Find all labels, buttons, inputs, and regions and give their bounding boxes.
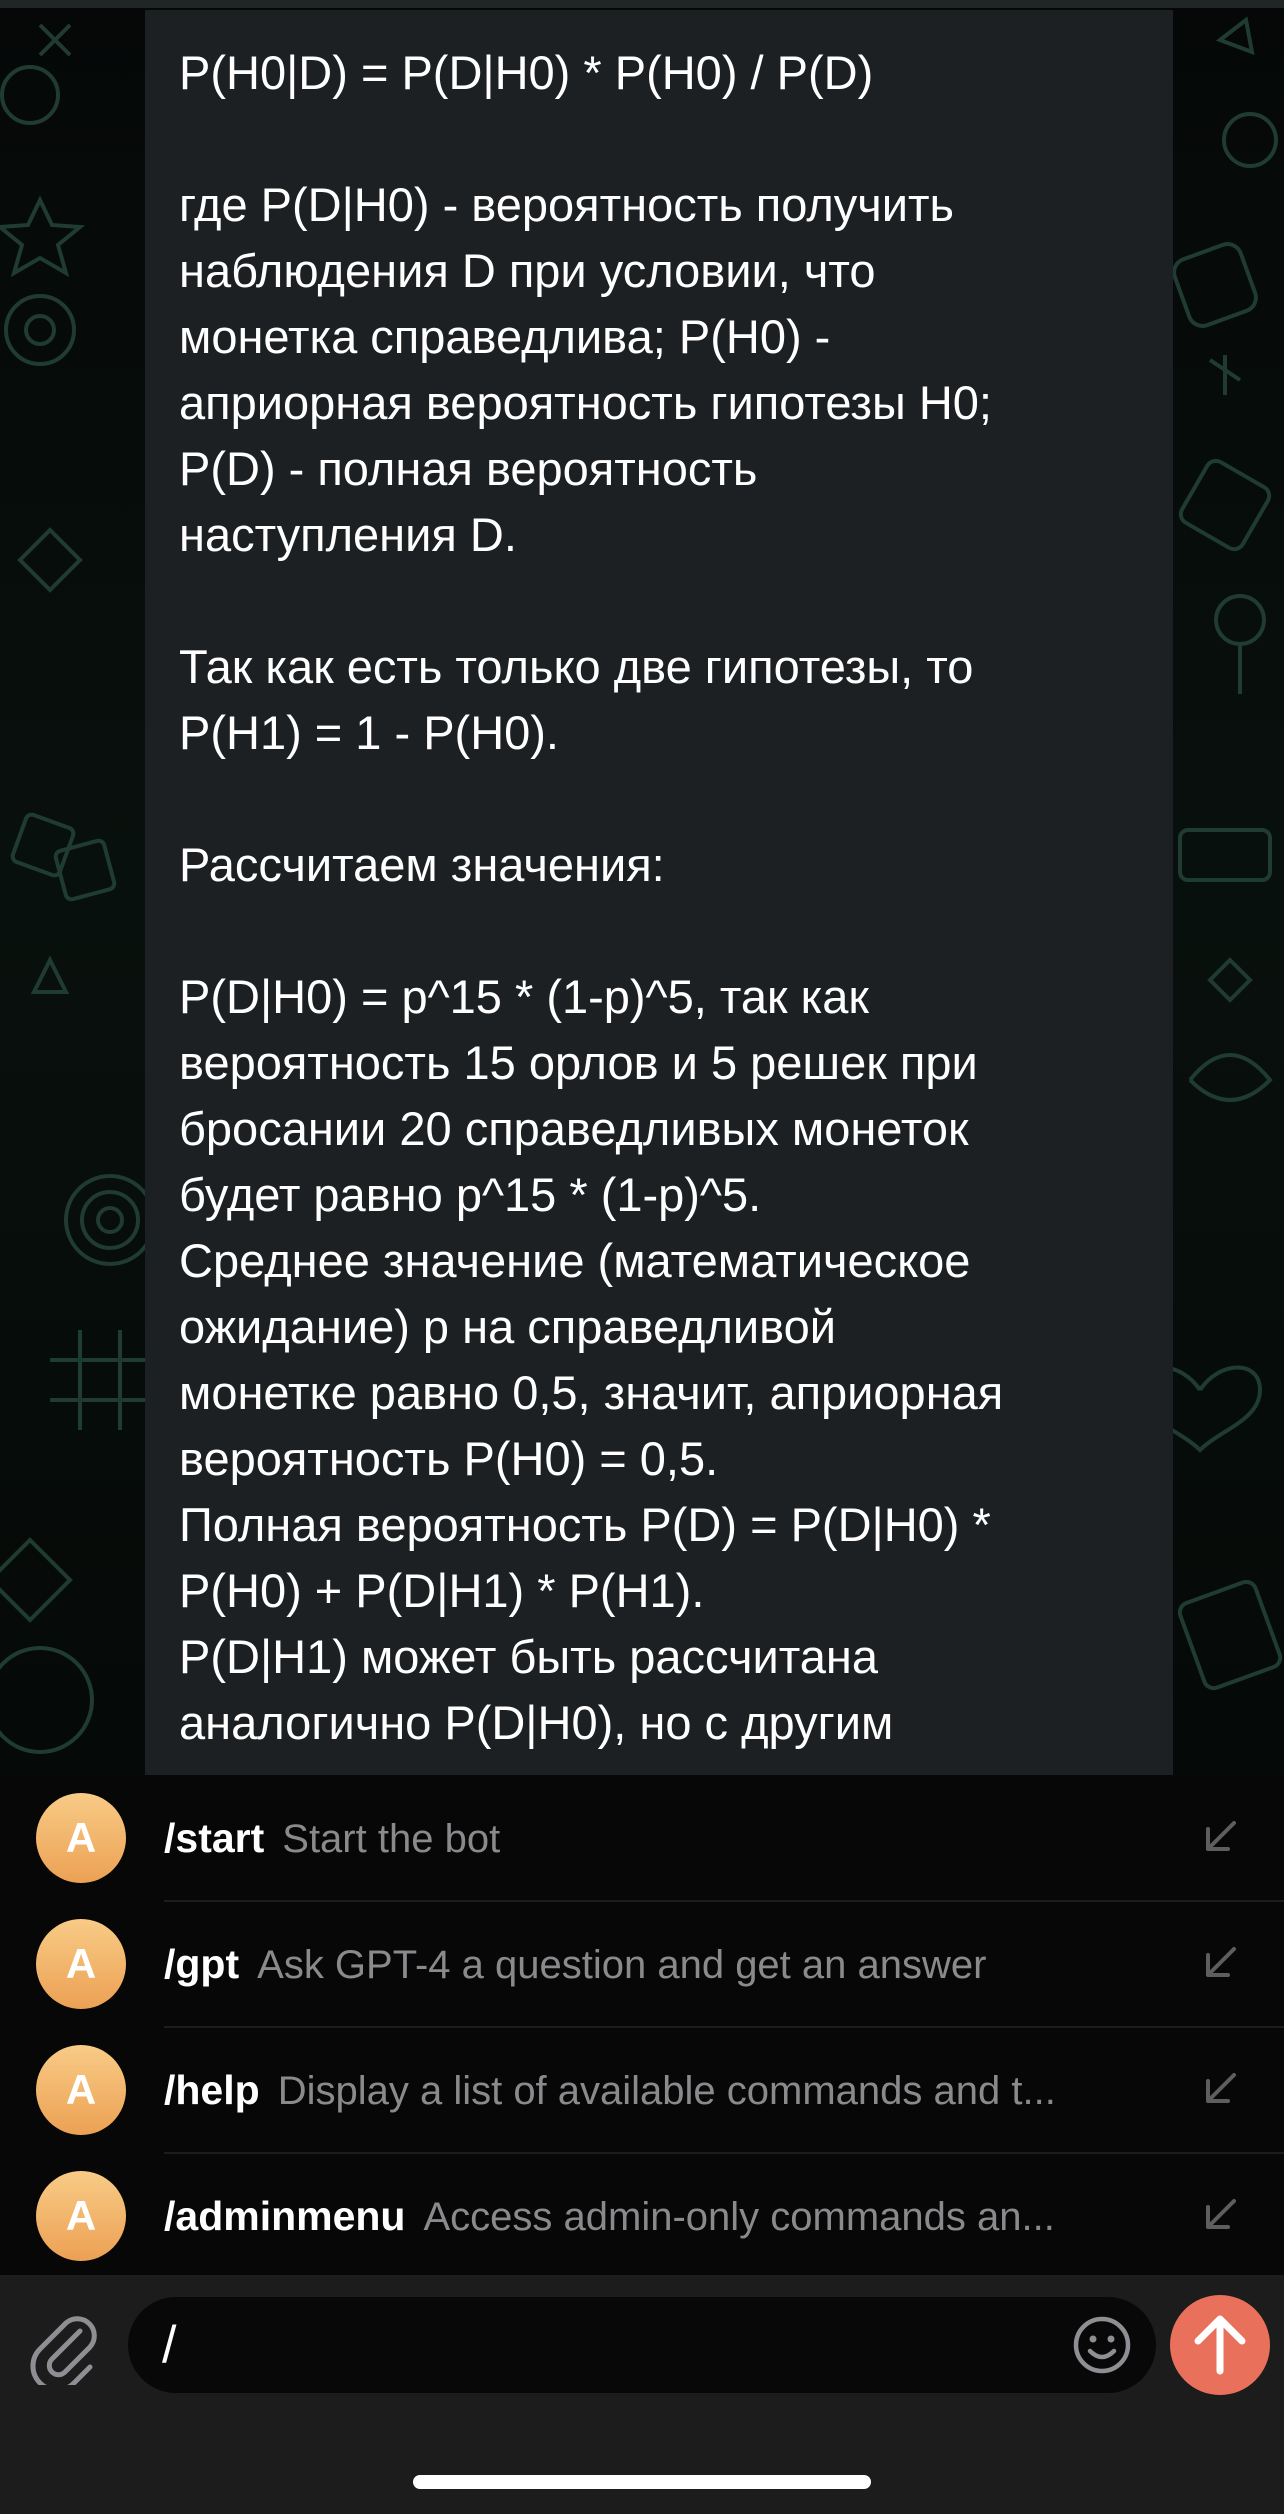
arrow-down-left-icon[interactable] — [1198, 1941, 1242, 1985]
message-line: вероятность P(H0) = 0,5. — [179, 1432, 719, 1485]
command-text: /start Start the bot — [164, 1775, 1144, 1901]
command-name: /start — [164, 1815, 265, 1861]
message-line: Рассчитаем значения: — [179, 838, 665, 891]
bot-avatar: A — [36, 1793, 126, 1883]
home-indicator — [413, 2475, 871, 2489]
command-description: Ask GPT-4 a question and get an answer — [257, 1943, 987, 1987]
message-line: значением p. — [179, 1756, 465, 1775]
message-composer: / — [0, 2275, 1284, 2514]
status-strip — [0, 0, 1284, 8]
command-item-adminmenu[interactable]: A /adminmenu Access admin-only commands a… — [0, 2153, 1284, 2279]
arrow-down-left-icon[interactable] — [1198, 2067, 1242, 2111]
message-line: Так как есть только две гипотезы, то — [179, 640, 974, 693]
command-description: Access admin-only commands an... — [423, 2195, 1055, 2239]
message-line: где P(D|H0) - вероятность получить — [179, 178, 955, 231]
command-text: /adminmenu Access admin-only commands an.… — [164, 2153, 1144, 2279]
bot-avatar: A — [36, 1919, 126, 2009]
send-button[interactable] — [1170, 2295, 1270, 2395]
command-item-start[interactable]: A /start Start the bot — [0, 1775, 1284, 1902]
emoji-icon[interactable] — [1072, 2315, 1132, 2375]
message-line: вероятность 15 орлов и 5 решек при — [179, 1036, 978, 1089]
paperclip-icon[interactable] — [28, 2305, 100, 2385]
message-line: монетке равно 0,5, значит, априорная — [179, 1366, 1004, 1419]
command-name: /adminmenu — [164, 2193, 406, 2239]
message-line: ожидание) p на справедливой — [179, 1300, 836, 1353]
bot-avatar: A — [36, 2045, 126, 2135]
arrow-down-left-icon[interactable] — [1198, 1815, 1242, 1859]
command-name: /gpt — [164, 1941, 240, 1987]
message-line: наступления D. — [179, 508, 517, 561]
message-line: P(H0|D) = P(D|H0) * P(H0) / P(D) — [179, 46, 874, 99]
arrow-down-left-icon[interactable] — [1198, 2193, 1242, 2237]
message-line: априорная вероятность гипотезы H0; — [179, 376, 992, 429]
message-line: будет равно p^15 * (1-p)^5. — [179, 1168, 762, 1221]
arrow-up-icon — [1194, 2315, 1246, 2375]
command-item-gpt[interactable]: A /gpt Ask GPT-4 a question and get an an… — [0, 1901, 1284, 2028]
message-line: аналогично P(D|H0), но с другим — [179, 1696, 894, 1749]
chat-wallpaper: P(H0|D) = P(D|H0) * P(H0) / P(D) где P(D… — [0, 0, 1284, 1775]
command-text: /gpt Ask GPT-4 a question and get an answ… — [164, 1901, 1144, 2027]
message-line: P(H0) + P(D|H1) * P(H1). — [179, 1564, 705, 1617]
message-line: Среднее значение (математическое — [179, 1234, 971, 1287]
bot-avatar: A — [36, 2171, 126, 2261]
message-line: Полная вероятность P(D) = P(D|H0) * — [179, 1498, 991, 1551]
message-line: P(D|H1) может быть рассчитана — [179, 1630, 878, 1683]
command-name: /help — [164, 2067, 260, 2113]
message-line: бросании 20 справедливых монеток — [179, 1102, 969, 1155]
message-line: монетка справедлива; P(H0) - — [179, 310, 831, 363]
message-input[interactable]: / — [128, 2297, 1156, 2393]
command-description: Display a list of available commands and… — [277, 2069, 1056, 2113]
message-bubble[interactable]: P(H0|D) = P(D|H0) * P(H0) / P(D) где P(D… — [145, 10, 1173, 1775]
message-line: наблюдения D при условии, что — [179, 244, 876, 297]
message-line: P(H1) = 1 - P(H0). — [179, 706, 559, 759]
command-suggestions: A /start Start the bot A /gpt Ask GPT-4 a … — [0, 1775, 1284, 2275]
message-line: P(D|H0) = p^15 * (1-p)^5, так как — [179, 970, 869, 1023]
command-item-help[interactable]: A /help Display a list of available comma… — [0, 2027, 1284, 2154]
message-line: P(D) - полная вероятность — [179, 442, 758, 495]
command-text: /help Display a list of available command… — [164, 2027, 1144, 2153]
message-input-value: / — [162, 2316, 177, 2374]
command-description: Start the bot — [282, 1817, 501, 1861]
